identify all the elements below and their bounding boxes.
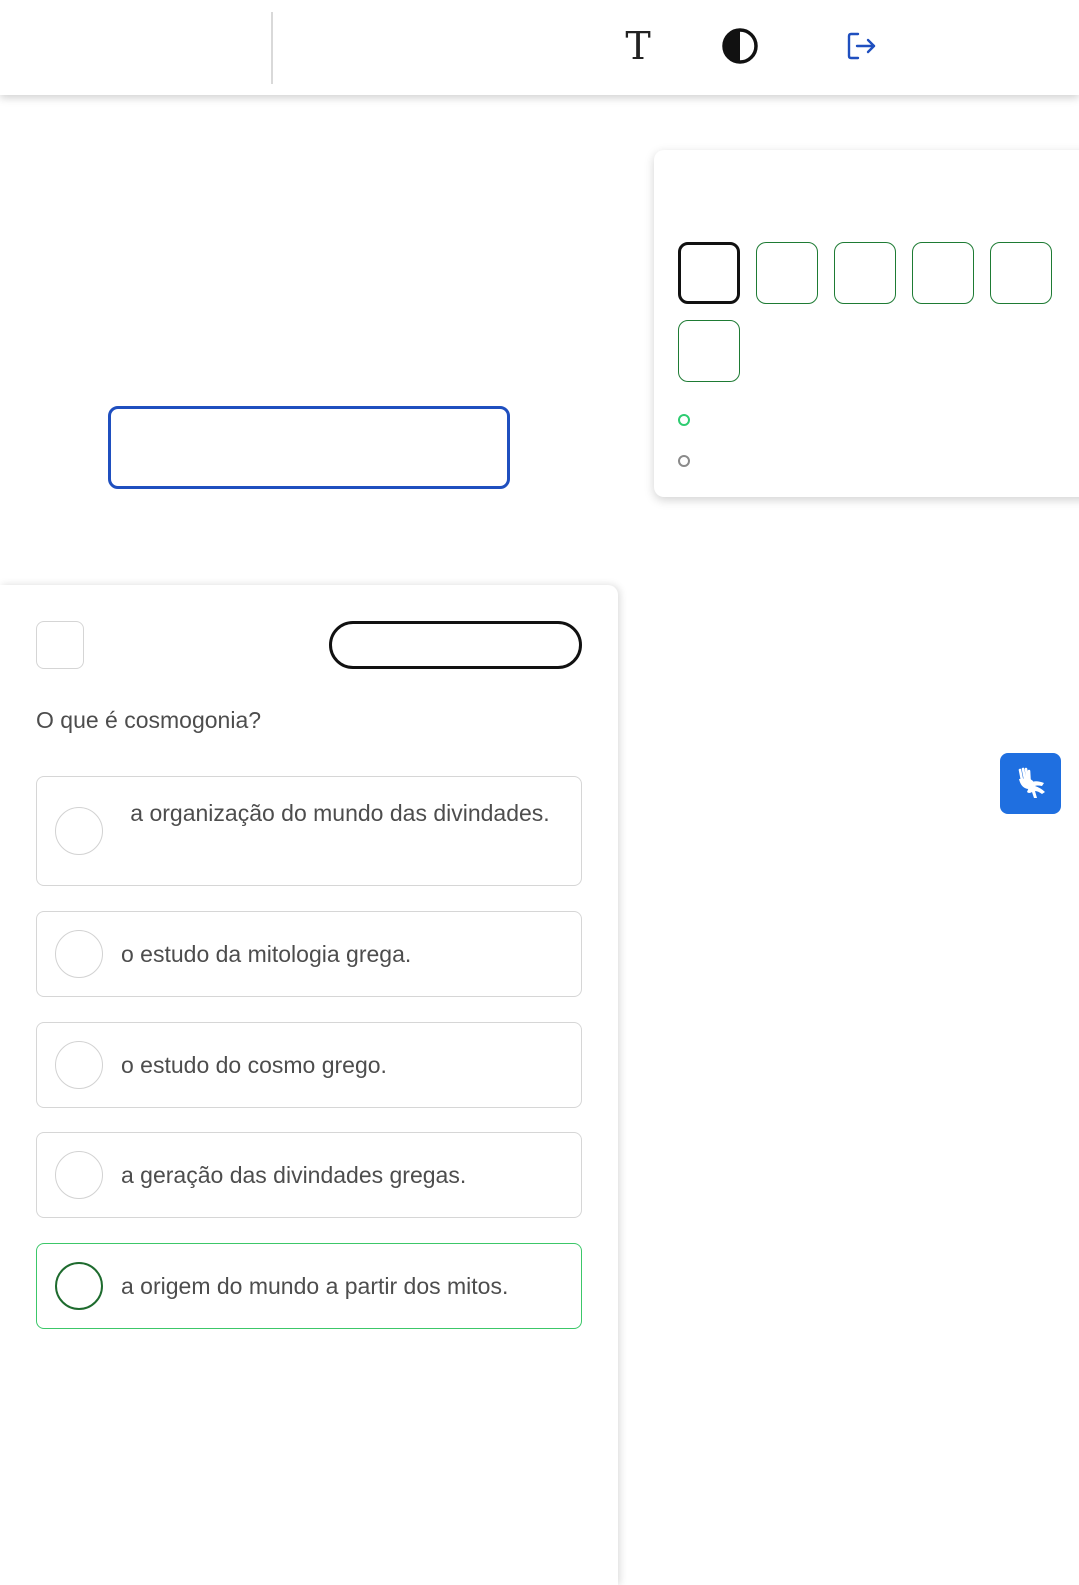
sign-language-hands-icon [1018,767,1045,798]
contrast-icon[interactable] [716,22,764,70]
option-a[interactable]: a organização do mundo das divindades. [36,776,582,886]
sign-language-button[interactable] [1000,753,1061,814]
bookmark-checkbox[interactable] [36,621,84,669]
option-b[interactable]: o estudo da mitologia grega. [36,911,582,997]
logout-icon[interactable] [838,22,886,70]
legend-answered-dot [678,414,690,426]
font-glyph: T [625,24,651,68]
option-label: a origem do mundo a partir dos mitos. [121,1273,509,1299]
option-c[interactable]: o estudo do cosmo grego. [36,1022,582,1108]
option-label: a geração das divindades gregas. [121,1162,467,1188]
radio-button[interactable] [55,930,103,978]
radio-button[interactable] [55,1041,103,1089]
pill-button[interactable] [329,621,582,669]
option-d[interactable]: a geração das divindades gregas. [36,1132,582,1218]
option-label: a organização do mundo das divindades. [130,800,550,826]
radio-button[interactable] [55,1262,103,1310]
question-nav-box-6[interactable] [678,320,740,382]
radio-button[interactable] [55,1151,103,1199]
question-text: O que é cosmogonia? [36,707,262,733]
option-e[interactable]: a origem do mundo a partir dos mitos. [36,1243,582,1329]
question-navigator-card [654,150,1079,497]
question-nav-box-2[interactable] [756,242,818,304]
radio-button[interactable] [55,807,103,855]
option-label: o estudo da mitologia grega. [121,941,412,967]
top-header: T [0,0,1079,95]
question-card: O que é cosmogonia? a organização do mun… [0,585,618,1585]
question-nav-box-3[interactable] [834,242,896,304]
legend-unanswered-dot [678,455,690,467]
question-nav-box-4[interactable] [912,242,974,304]
font-size-icon[interactable]: T [614,22,662,70]
header-divider [271,12,273,84]
option-label: o estudo do cosmo grego. [121,1052,387,1078]
question-nav-box-5[interactable] [990,242,1052,304]
blue-outlined-box[interactable] [108,406,510,489]
question-nav-box-1[interactable] [678,242,740,304]
